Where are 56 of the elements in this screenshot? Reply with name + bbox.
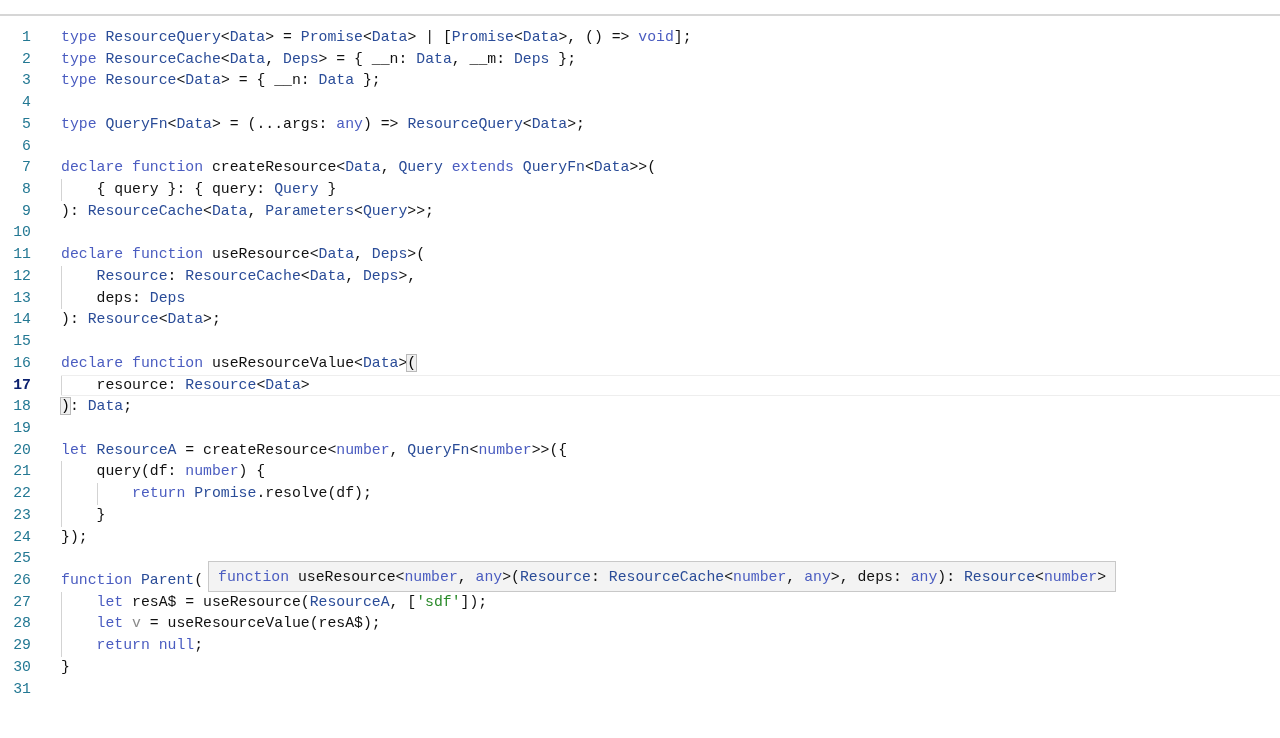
code-line: declare function createResource<Data, Query extends QueryFn<Data>>( [61,159,656,176]
code-line: type ResourceCache<Data, Deps> = { __n: Data, __m: Deps }; [61,50,577,67]
line-number: 5 [21,114,31,134]
line-number: 3 [21,71,31,91]
code-line: deps: Deps [95,289,186,306]
code-line: { query }: { query: Query } [95,181,337,198]
line-number: 14 [12,310,31,330]
line-number: 1 [21,28,31,47]
line-number: 13 [12,288,31,308]
code-line: return null; [95,637,204,654]
line-number: 18 [12,397,31,417]
line-number: 26 [12,570,31,590]
code-line: query(df: number) { [95,463,266,480]
code-line: function Parent( [61,571,204,588]
code-line: let ResourceA = createResource<number, QueryFn<number>>({ [61,441,568,458]
code-line: let resA$ = useResource(ResourceA, ['sdf']); [95,593,488,610]
code-line: type ResourceQuery<Data> = Promise<Data> | [Promise<Data>, () => void]; [61,29,692,45]
line-number: 25 [12,549,31,569]
line-number: 8 [21,180,31,200]
line-number: 27 [12,592,31,612]
line-number: 7 [21,158,31,178]
code-line: }); [61,528,88,545]
line-number: 28 [12,614,31,634]
code-line: type QueryFn<Data> = (...args: any) => ResourceQuery<Data>; [61,115,585,132]
line-number: 12 [12,266,31,286]
code-line: resource: Resource<Data> [95,376,310,393]
line-number: 29 [12,636,31,656]
code-line: declare function useResourceValue<Data>( [61,354,417,371]
line-number: 17 [12,375,31,395]
code-line: } [95,506,106,523]
code-line: return Promise.resolve(df); [131,485,372,502]
code-line: declare function useResource<Data, Deps>( [61,246,426,263]
line-number: 15 [12,332,31,352]
line-number: 19 [12,418,31,438]
line-number: 10 [12,223,31,243]
code-line: let v = useResourceValue(resA$); [95,615,381,632]
line-number: 31 [12,679,31,699]
line-number: 11 [12,245,31,265]
line-number: 30 [12,657,31,677]
line-number: 4 [21,93,31,113]
code-line: ): Resource<Data>; [61,311,221,328]
line-number: 2 [21,49,31,69]
code-line: ): Data; [61,398,133,415]
line-number: 22 [12,484,31,504]
line-number: 16 [12,353,31,373]
code-line: Resource: ResourceCache<Data, Deps>, [95,267,417,284]
code-line: } [61,658,70,675]
line-number: 21 [12,462,31,482]
line-number: 23 [12,505,31,525]
code-line: type Resource<Data> = { __n: Data }; [61,72,381,89]
line-number: 9 [21,201,31,221]
line-number: 24 [12,527,31,547]
hover-tooltip: function useResource<number, any>(Resource: ResourceCache<number, any>, deps: any): Resource<number> [208,561,1117,592]
code-line: ): ResourceCache<Data, Parameters<Query>>; [61,202,434,219]
line-number: 6 [21,136,31,156]
line-number: 20 [12,440,31,460]
